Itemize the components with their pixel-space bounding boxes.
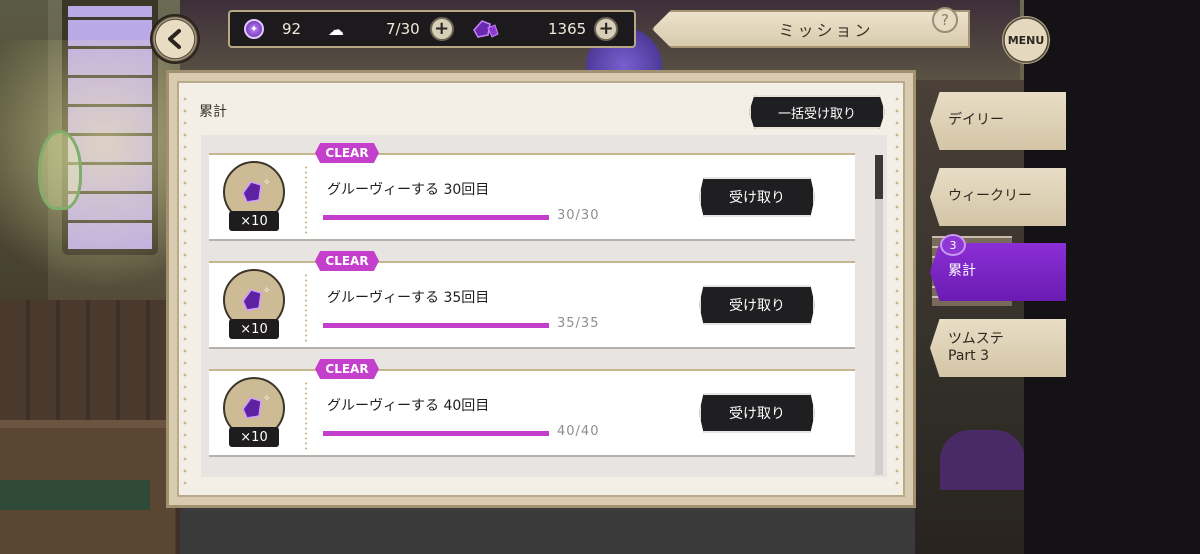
crystal-icon: ✧ [242, 178, 271, 203]
claim-button[interactable]: 受け取り [699, 285, 815, 325]
panel-dots-right [895, 93, 899, 485]
scrollbar-thumb[interactable] [875, 155, 883, 199]
mission-panel: 累計 一括受け取り CLEAR ✧ ×10 グルーヴィーする 30回目 30/3… [166, 70, 916, 508]
back-button[interactable] [150, 14, 200, 64]
reward-quantity: ×10 [229, 427, 279, 447]
gem-counter: 92 [244, 12, 301, 46]
progress-fill [323, 215, 549, 220]
mission-title: グルーヴィーする 40回目 [327, 398, 490, 414]
progress-text: 40/40 [557, 424, 600, 439]
divider [305, 165, 307, 235]
progress-fill [323, 323, 549, 328]
mission-item: CLEAR ✧ ×10 グルーヴィーする 35回目 35/35 受け取り [209, 251, 855, 349]
mission-title: グルーヴィーする 30回目 [327, 182, 490, 198]
screen-title-plate: ミッション [652, 10, 970, 48]
progress-bar [323, 431, 549, 436]
tab-label: デイリー [948, 112, 1004, 129]
tab-tsumsute-part3[interactable]: ツムステ Part 3 [930, 319, 1066, 377]
cloth [940, 430, 1025, 490]
mission-panel-inner: 累計 一括受け取り CLEAR ✧ ×10 グルーヴィーする 30回目 30/3… [177, 81, 905, 497]
mission-item: CLEAR ✧ ×10 グルーヴィーする 30回目 30/30 受け取り [209, 143, 855, 241]
clear-tag: CLEAR [315, 143, 379, 163]
scrollbar-track[interactable] [875, 155, 883, 475]
svg-text:✧: ✧ [263, 178, 271, 188]
crystal-counter: 1365 + [470, 12, 619, 46]
progress-bar [323, 323, 549, 328]
mission-title: グルーヴィーする 35回目 [327, 290, 490, 306]
panel-category-label: 累計 [199, 104, 227, 120]
tab-label: 累計 [948, 263, 976, 280]
help-button[interactable]: ? [932, 7, 958, 33]
floor [180, 500, 1020, 554]
progress-fill [323, 431, 549, 436]
crystal-icon: ✧ [242, 394, 271, 419]
back-arrow-icon [168, 29, 181, 49]
mission-list-content: CLEAR ✧ ×10 グルーヴィーする 30回目 30/30 受け取り CLE… [209, 135, 855, 477]
rug [0, 480, 150, 510]
claim-button[interactable]: 受け取り [699, 177, 815, 217]
mission-list[interactable]: CLEAR ✧ ×10 グルーヴィーする 30回目 30/30 受け取り CLE… [201, 135, 887, 477]
svg-text:✧: ✧ [263, 394, 271, 404]
tab-weekly[interactable]: ウィークリー [930, 168, 1066, 226]
tab-daily[interactable]: デイリー [930, 92, 1066, 150]
crystal-icon [473, 20, 499, 38]
mission-item: CLEAR ✧ ×10 グルーヴィーする 40回目 40/40 受け取り [209, 359, 855, 457]
svg-text:✧: ✧ [263, 286, 271, 296]
stamina-icon: ☁ [328, 19, 344, 39]
divider [305, 273, 307, 343]
tab-label: ウィークリー [948, 188, 1032, 205]
crystal-count: 1365 [548, 20, 587, 38]
stamina-count: 7/30 [386, 20, 420, 38]
stamina-counter: ☁ 7/30 + [326, 12, 454, 46]
menu-button[interactable]: MENU [1002, 16, 1050, 64]
gem-icon [244, 19, 264, 39]
progress-text: 35/35 [557, 316, 600, 331]
reward-quantity: ×10 [229, 319, 279, 339]
lamp [38, 130, 82, 210]
add-stamina-button[interactable]: + [429, 17, 454, 41]
progress-text: 30/30 [557, 208, 600, 223]
gem-count: 92 [282, 20, 302, 38]
resource-bar: 92 ☁ 7/30 + 1365 + [228, 10, 636, 48]
page-title: ミッション [778, 21, 874, 40]
divider [305, 381, 307, 451]
progress-bar [323, 215, 549, 220]
add-crystal-button[interactable]: + [594, 17, 619, 41]
panel-dots-left [183, 93, 187, 485]
tab-badge: 3 [940, 234, 966, 256]
bulk-claim-button[interactable]: 一括受け取り [749, 95, 885, 129]
clear-tag: CLEAR [315, 359, 379, 379]
tab-label: ツムステ Part 3 [948, 330, 1004, 365]
crystal-icon: ✧ [242, 286, 271, 311]
clear-tag: CLEAR [315, 251, 379, 271]
reward-quantity: ×10 [229, 211, 279, 231]
claim-button[interactable]: 受け取り [699, 393, 815, 433]
